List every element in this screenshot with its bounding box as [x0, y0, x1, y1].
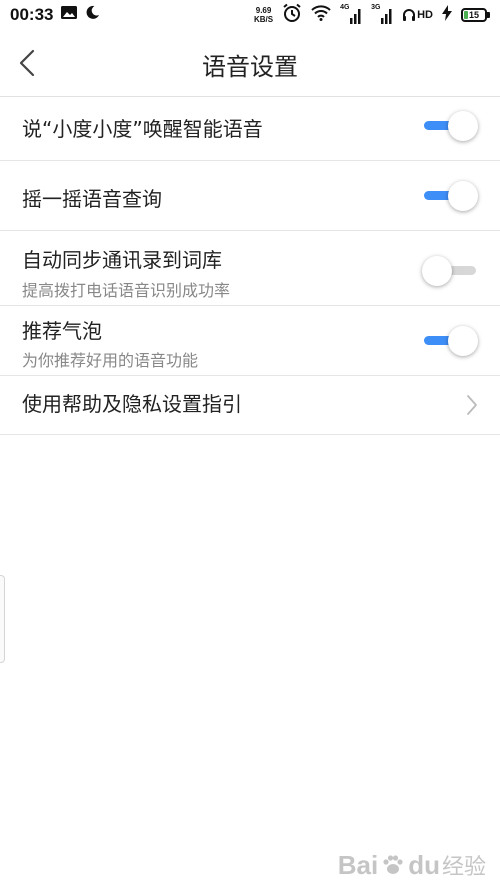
setting-row-wake-word[interactable]: 说“小度小度”唤醒智能语音: [0, 97, 500, 161]
headphone-icon: HD: [402, 8, 433, 22]
status-right: 9.69 KB/S 4G 3G HD 15: [254, 3, 490, 28]
watermark-sub: 经验: [441, 854, 486, 879]
toggle-knob: [448, 181, 478, 211]
toggle-knob: [448, 111, 478, 141]
status-time: 00:33: [10, 5, 54, 24]
signal-label-4g: 4G: [340, 4, 350, 11]
watermark-brand: Bai: [337, 849, 379, 880]
paw-icon: [383, 855, 403, 874]
side-handle[interactable]: [0, 575, 5, 663]
battery-level: 15: [468, 10, 479, 20]
battery-icon: 15: [461, 8, 490, 22]
shake-query-toggle[interactable]: [422, 181, 478, 211]
toggle-knob: [448, 326, 478, 356]
setting-title: 说“小度小度”唤醒智能语音: [22, 117, 263, 141]
watermark-brand-suffix: du: [408, 849, 440, 880]
setting-row-shake-query[interactable]: 摇一摇语音查询: [0, 161, 500, 231]
status-left: 00:33: [10, 5, 100, 25]
wifi-icon: [311, 4, 331, 26]
battery-fill: [464, 11, 468, 19]
moon-icon: [85, 5, 100, 25]
battery-cap: [487, 12, 490, 18]
charging-icon: [442, 4, 452, 26]
signal-icon: 4G: [340, 4, 362, 24]
setting-title: 使用帮助及隐私设置指引: [22, 392, 242, 416]
toggle-knob: [422, 256, 452, 286]
chevron-right-icon: [467, 395, 477, 415]
battery-body: 15: [461, 8, 487, 22]
alarm-icon: [282, 3, 302, 28]
setting-row-recommend-bubble[interactable]: 推荐气泡 为你推荐好用的语音功能: [0, 306, 500, 376]
header: 语音设置: [0, 30, 500, 97]
image-icon: [61, 6, 78, 24]
page-title: 语音设置: [202, 53, 298, 81]
net-speed-unit: KB/S: [253, 15, 274, 24]
setting-subtitle: 为你推荐好用的语音功能: [22, 351, 199, 370]
sync-contacts-toggle[interactable]: [422, 256, 478, 286]
net-speed: 9.69 KB/S: [254, 6, 273, 24]
baidu-watermark: Bai du 经验: [338, 849, 486, 881]
signal-icon-2: 3G: [371, 4, 393, 24]
setting-title: 推荐气泡: [22, 319, 102, 343]
setting-row-sync-contacts[interactable]: 自动同步通讯录到词库 提高拨打电话语音识别成功率: [0, 231, 500, 306]
wake-word-toggle[interactable]: [422, 111, 478, 141]
settings-list: 说“小度小度”唤醒智能语音 摇一摇语音查询 自动同步通讯录到词库 提高拨打电话语…: [0, 97, 500, 435]
setting-row-help-privacy[interactable]: 使用帮助及隐私设置指引: [0, 376, 500, 435]
net-speed-value: 9.69: [255, 6, 272, 15]
setting-title: 自动同步通讯录到词库: [22, 248, 222, 272]
setting-subtitle: 提高拨打电话语音识别成功率: [22, 281, 231, 300]
setting-title: 摇一摇语音查询: [22, 187, 162, 211]
signal-label-3g: 3G: [371, 4, 381, 11]
hd-label: HD: [417, 9, 433, 21]
recommend-bubble-toggle[interactable]: [422, 326, 478, 356]
status-bar: 00:33 9.69 KB/S 4G 3G HD 15: [0, 0, 500, 30]
